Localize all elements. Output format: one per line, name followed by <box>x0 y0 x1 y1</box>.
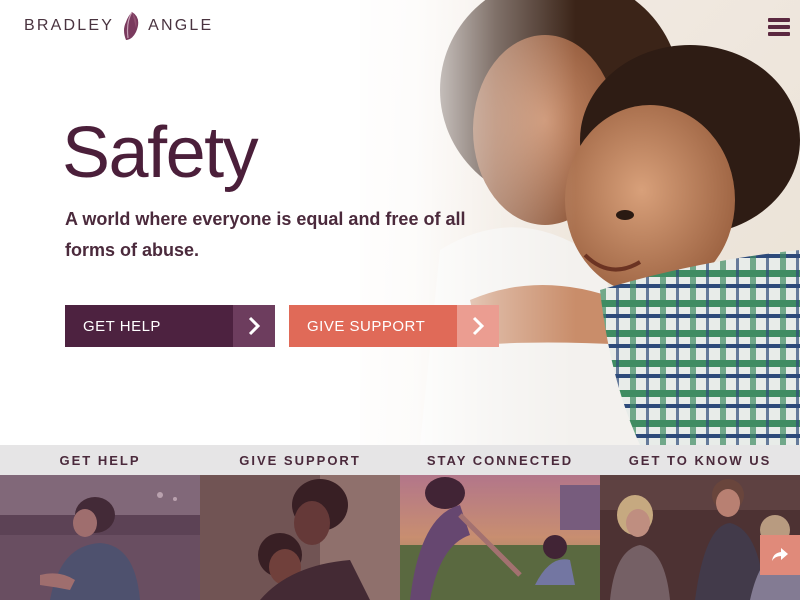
hero-headline: Safety <box>62 113 259 193</box>
brand-logo[interactable]: BRADLEY ANGLE <box>24 10 213 42</box>
get-help-button[interactable]: GET HELP <box>65 305 275 347</box>
give-support-button[interactable]: GIVE SUPPORT <box>289 305 499 347</box>
hamburger-menu-icon[interactable] <box>768 18 790 38</box>
section-tiles <box>0 475 800 600</box>
tile-give-support[interactable] <box>200 475 400 600</box>
section-nav: GET HELP GIVE SUPPORT STAY CONNECTED GET… <box>0 445 800 475</box>
tile-photo-parent-child-park <box>400 475 600 600</box>
tile-stay-connected[interactable] <box>400 475 600 600</box>
give-support-button-label: GIVE SUPPORT <box>307 317 426 335</box>
hero-section: BRADLEY ANGLE Safety A world where every… <box>0 0 800 445</box>
brand-name-right: ANGLE <box>148 17 214 34</box>
share-arrow-icon[interactable] <box>760 535 800 575</box>
get-help-button-label: GET HELP <box>83 317 161 335</box>
nav-item-get-to-know-us[interactable]: GET TO KNOW US <box>600 445 800 475</box>
hero-tagline: A world where everyone is equal and free… <box>65 209 466 260</box>
brand-name-left: BRADLEY <box>24 17 115 34</box>
nav-item-stay-connected[interactable]: STAY CONNECTED <box>400 445 600 475</box>
nav-item-get-help[interactable]: GET HELP <box>0 445 200 475</box>
nav-item-give-support[interactable]: GIVE SUPPORT <box>200 445 400 475</box>
chevron-right-icon <box>457 305 499 347</box>
tile-get-help[interactable] <box>0 475 200 600</box>
chevron-right-icon <box>233 305 275 347</box>
leaf-petal-icon <box>124 11 139 40</box>
tile-photo-two-women-embrace <box>200 475 400 600</box>
tile-photo-woman-waterfront <box>0 475 200 600</box>
